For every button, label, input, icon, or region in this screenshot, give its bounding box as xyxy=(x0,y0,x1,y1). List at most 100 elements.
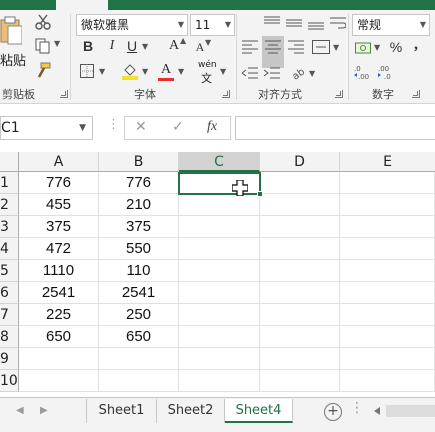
table-cell[interactable]: 455 xyxy=(19,194,99,216)
insert-function-icon[interactable]: fx xyxy=(207,119,217,135)
table-cell[interactable] xyxy=(260,172,340,194)
table-cell[interactable] xyxy=(260,238,340,260)
table-cell[interactable] xyxy=(340,304,435,326)
table-cell[interactable] xyxy=(340,326,435,348)
row-header[interactable]: 9 xyxy=(0,348,19,370)
table-cell[interactable]: 650 xyxy=(99,326,179,348)
table-cell[interactable] xyxy=(179,348,260,370)
number-launcher-icon[interactable] xyxy=(412,90,420,98)
fill-handle[interactable] xyxy=(257,191,263,197)
fill-color-icon[interactable] xyxy=(122,62,138,80)
table-cell[interactable] xyxy=(179,326,260,348)
row-header[interactable]: 1 xyxy=(0,172,19,194)
column-header-a[interactable]: A xyxy=(19,152,99,172)
paste-button-label[interactable]: 粘贴 xyxy=(0,50,26,69)
table-cell[interactable] xyxy=(179,238,260,260)
font-size-dropdown[interactable]: 11 ▼ xyxy=(190,14,235,36)
table-cell[interactable] xyxy=(260,282,340,304)
font-launcher-icon[interactable] xyxy=(222,90,230,98)
table-cell[interactable] xyxy=(179,370,260,392)
underline-button[interactable]: U xyxy=(124,38,140,54)
table-cell[interactable] xyxy=(260,348,340,370)
sheet-tab-sheet2[interactable]: Sheet2 xyxy=(157,399,225,423)
table-cell[interactable]: 375 xyxy=(99,216,179,238)
formula-input[interactable] xyxy=(235,116,435,140)
table-cell[interactable]: 650 xyxy=(19,326,99,348)
format-painter-icon[interactable] xyxy=(35,62,51,78)
table-cell[interactable]: 250 xyxy=(99,304,179,326)
alignment-launcher-icon[interactable] xyxy=(335,90,343,98)
add-sheet-button[interactable]: + xyxy=(324,403,342,421)
increase-decimal-icon[interactable]: .0.00 xyxy=(354,64,372,80)
table-cell[interactable] xyxy=(19,370,99,392)
cancel-entry-icon[interactable]: ✕ xyxy=(135,119,147,135)
name-box[interactable]: C1 ▼ xyxy=(0,116,93,140)
table-cell[interactable] xyxy=(260,216,340,238)
paste-icon[interactable] xyxy=(0,16,22,46)
tab-home[interactable] xyxy=(56,0,108,10)
align-center-icon[interactable] xyxy=(265,40,281,54)
table-cell[interactable]: 375 xyxy=(19,216,99,238)
fill-color-dropdown-icon[interactable]: ▼ xyxy=(142,67,148,76)
horizontal-scrollbar[interactable] xyxy=(368,400,435,422)
increase-indent-icon[interactable] xyxy=(264,66,280,80)
font-name-dropdown[interactable]: 微软雅黑 ▼ xyxy=(76,14,188,36)
accounting-dropdown-icon[interactable]: ▼ xyxy=(374,43,380,52)
table-cell[interactable]: 550 xyxy=(99,238,179,260)
orientation-icon[interactable]: ab xyxy=(290,64,306,80)
table-cell[interactable] xyxy=(340,260,435,282)
column-header-c[interactable]: C xyxy=(179,152,260,172)
accounting-format-icon[interactable] xyxy=(355,40,371,56)
column-header-b[interactable]: B xyxy=(99,152,179,172)
row-header[interactable]: 2 xyxy=(0,194,19,216)
phonetic-dropdown-icon[interactable]: ▼ xyxy=(220,67,226,76)
clipboard-launcher-icon[interactable] xyxy=(60,90,68,98)
table-cell[interactable] xyxy=(99,370,179,392)
table-cell[interactable] xyxy=(260,194,340,216)
table-cell[interactable] xyxy=(340,194,435,216)
cut-icon[interactable] xyxy=(35,14,51,30)
table-cell[interactable]: 1110 xyxy=(19,260,99,282)
row-header[interactable]: 7 xyxy=(0,304,19,326)
more-options-icon[interactable]: ⋮ xyxy=(350,400,364,416)
table-cell[interactable] xyxy=(340,238,435,260)
table-cell[interactable] xyxy=(179,194,260,216)
table-cell[interactable] xyxy=(179,282,260,304)
table-cell[interactable]: 2541 xyxy=(19,282,99,304)
formula-bar-divider-dots[interactable]: ⋮ xyxy=(107,117,120,132)
table-cell[interactable] xyxy=(260,370,340,392)
table-cell[interactable] xyxy=(260,326,340,348)
table-cell[interactable] xyxy=(340,282,435,304)
sheet-tab-sheet4[interactable]: Sheet4 xyxy=(225,399,293,423)
table-cell[interactable]: 225 xyxy=(19,304,99,326)
font-color-button[interactable]: A xyxy=(158,62,174,81)
percent-style-button[interactable]: % xyxy=(388,39,404,55)
table-cell[interactable] xyxy=(179,260,260,282)
row-header[interactable]: 8 xyxy=(0,326,19,348)
bold-button[interactable]: B xyxy=(80,38,96,54)
table-cell[interactable] xyxy=(340,370,435,392)
table-cell[interactable]: 110 xyxy=(99,260,179,282)
comma-style-button[interactable]: , xyxy=(408,36,424,54)
table-cell[interactable] xyxy=(260,260,340,282)
row-header[interactable]: 10 xyxy=(0,370,19,392)
align-left-icon[interactable] xyxy=(242,40,258,54)
align-right-icon[interactable] xyxy=(288,40,304,54)
copy-icon[interactable] xyxy=(35,38,51,54)
row-header[interactable]: 4 xyxy=(0,238,19,260)
orientation-dropdown-icon[interactable]: ▼ xyxy=(309,69,315,78)
sheet-tab-sheet1[interactable]: Sheet1 xyxy=(86,399,157,423)
merge-center-icon[interactable] xyxy=(312,40,330,54)
enter-entry-icon[interactable]: ✓ xyxy=(172,119,184,135)
table-cell[interactable]: 776 xyxy=(99,172,179,194)
table-cell[interactable]: 2541 xyxy=(99,282,179,304)
table-cell[interactable] xyxy=(340,216,435,238)
align-bottom-icon[interactable] xyxy=(308,16,324,30)
borders-dropdown-icon[interactable]: ▼ xyxy=(99,67,105,76)
table-cell[interactable]: 472 xyxy=(19,238,99,260)
select-all-corner[interactable] xyxy=(0,152,19,172)
italic-button[interactable]: I xyxy=(104,38,120,54)
row-header[interactable]: 6 xyxy=(0,282,19,304)
prev-sheet-icon[interactable]: ◀ xyxy=(16,405,24,416)
align-top-icon[interactable] xyxy=(264,16,280,30)
